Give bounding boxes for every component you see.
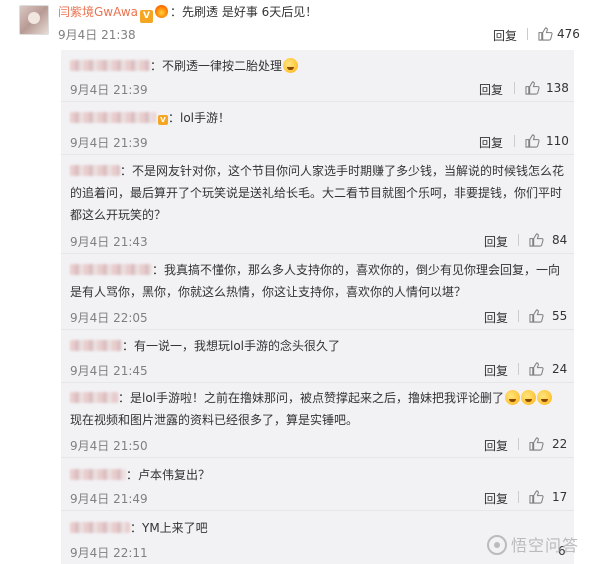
comment-text: ：是lol手游啦！之前在撸妹那问，被点赞撑起来之后，撸妹把我评论删了: [118, 391, 505, 405]
divider: [61, 382, 574, 383]
thumb-up-icon[interactable]: [529, 309, 544, 323]
divider: [518, 310, 519, 322]
list-item: ：不刷透一律按二胎处理: [70, 55, 299, 77]
list-item: ：是lol手游啦！之前在撸妹那问，被点赞撑起来之后，撸妹把我评论删了 现在视频和…: [70, 387, 570, 431]
list-item: ：有一说一，我想玩lol手游的念头很久了: [70, 335, 340, 357]
reply-list: ：不刷透一律按二胎处理 9月4日 21:39 回复 138 V ：lol手游！ 9…: [61, 50, 574, 564]
grin-emoji-icon: [505, 390, 521, 405]
comment-text: ：卢本伟复出？: [126, 468, 211, 482]
divider: [61, 154, 574, 155]
comment-date: 9月4日 21:39: [70, 83, 148, 97]
reply-button[interactable]: 回复: [484, 437, 508, 454]
comment-date: 9月4日 22:05: [70, 311, 148, 325]
blurred-username: [70, 264, 152, 275]
thumb-up-icon[interactable]: [529, 437, 544, 451]
comment-date: 9月4日 21:50: [70, 439, 148, 453]
comment-date: 9月4日 21:45: [70, 364, 148, 378]
divider: [514, 82, 515, 94]
grin-emoji-icon: [283, 58, 299, 73]
reply-button[interactable]: 回复: [484, 362, 508, 379]
divider: [514, 135, 515, 147]
v-badge-icon: V: [140, 10, 154, 23]
blurred-username: [70, 522, 130, 533]
comment-text: ：不是网友针对你，这个节目你问人家选手时期赚了多少钱，当解说的时候钱怎么花: [120, 164, 565, 178]
reply-button[interactable]: 回复: [484, 309, 508, 326]
reply-button[interactable]: 回复: [484, 233, 508, 250]
blurred-username: [70, 469, 126, 480]
comment-text: ：我真搞不懂你，那么多人支持你的，喜欢你的，倒少有见你理会回复，一向: [152, 263, 561, 277]
comment-date: 9月4日 22:11: [70, 546, 148, 560]
avatar[interactable]: [19, 5, 49, 35]
username-link[interactable]: 闫紫境GwAwa: [58, 5, 138, 19]
comment-text: ：YM上来了吧: [130, 521, 208, 535]
divider: [61, 457, 574, 458]
main-comment-date: 9月4日 21:38: [58, 28, 136, 42]
wukong-logo-icon: [486, 535, 507, 555]
comment-text: 都这么开玩笑的？: [70, 208, 167, 222]
thumb-up-icon[interactable]: [529, 362, 544, 376]
comment-date: 9月4日 21:39: [70, 136, 148, 150]
like-count: 24: [552, 362, 568, 376]
comment-date: 9月4日 21:43: [70, 235, 148, 249]
like-count: 84: [552, 233, 568, 247]
comment-text: 现在视频和图片泄露的资料已经很多了，算是实锤吧。: [70, 413, 359, 427]
thumb-up-icon[interactable]: [529, 490, 544, 504]
blurred-username: [70, 165, 120, 176]
thumb-up-icon[interactable]: [525, 134, 540, 148]
divider: [518, 438, 519, 450]
v-badge-icon: V: [158, 115, 168, 125]
divider: [61, 329, 574, 330]
like-count: 55: [552, 309, 568, 323]
divider: [61, 101, 574, 102]
watermark-text: 悟空问答: [510, 536, 579, 555]
reply-button[interactable]: 回复: [479, 134, 503, 151]
like-count: 138: [546, 81, 569, 95]
reply-button[interactable]: 回复: [479, 81, 503, 98]
reply-button[interactable]: 回复: [484, 490, 508, 507]
main-comment: 闫紫境GwAwa V ：先刷透 是好事 6天后见！ 9月4日 21:38 回复 47…: [0, 0, 591, 50]
main-comment-line: 闫紫境GwAwa V ：先刷透 是好事 6天后见！: [58, 4, 317, 23]
blurred-username: [70, 392, 118, 403]
list-item: ：不是网友针对你，这个节目你问人家选手时期赚了多少钱，当解说的时候钱怎么花 的追…: [70, 160, 570, 226]
blurred-username: [70, 340, 122, 351]
divider: [61, 510, 574, 511]
divider: [518, 363, 519, 375]
like-count: 110: [546, 134, 569, 148]
divider: [527, 28, 528, 40]
watermark: 悟空问答: [486, 532, 579, 556]
like-count: 476: [557, 27, 580, 41]
comment-text: 是有人骂你，黑你，你就这么热情，你这让支持你，喜欢你的人情何以堪？: [70, 285, 467, 299]
comment-text: ：不刷透一律按二胎处理: [150, 59, 283, 73]
thumb-up-icon[interactable]: [538, 27, 553, 41]
comment-text: ：lol手游！: [168, 111, 231, 125]
grin-emoji-icon: [537, 390, 553, 405]
fire-icon: [155, 5, 169, 18]
comment-text: ：有一说一，我想玩lol手游的念头很久了: [122, 339, 341, 353]
reply-button[interactable]: 回复: [493, 27, 517, 44]
divider: [518, 234, 519, 246]
divider: [61, 253, 574, 254]
list-item: ：卢本伟复出？: [70, 464, 210, 486]
list-item: ：我真搞不懂你，那么多人支持你的，喜欢你的，倒少有见你理会回复，一向 是有人骂你…: [70, 259, 570, 303]
thumb-up-icon[interactable]: [525, 81, 540, 95]
grin-emoji-icon: [521, 390, 537, 405]
main-comment-text: ：先刷透 是好事 6天后见！: [170, 5, 318, 19]
list-item: ：YM上来了吧: [70, 517, 208, 539]
like-count: 17: [552, 490, 568, 504]
comment-text: 的追着问，最后算开了个玩笑说是送礼给长毛。大二看节目就图个乐呵，非要提钱，你们平…: [70, 186, 563, 200]
blurred-username: [70, 60, 150, 71]
list-item: V ：lol手游！: [70, 107, 230, 129]
blurred-username: [70, 112, 156, 123]
thumb-up-icon[interactable]: [529, 233, 544, 247]
divider: [518, 491, 519, 503]
comment-date: 9月4日 21:49: [70, 492, 148, 506]
like-count: 22: [552, 437, 568, 451]
